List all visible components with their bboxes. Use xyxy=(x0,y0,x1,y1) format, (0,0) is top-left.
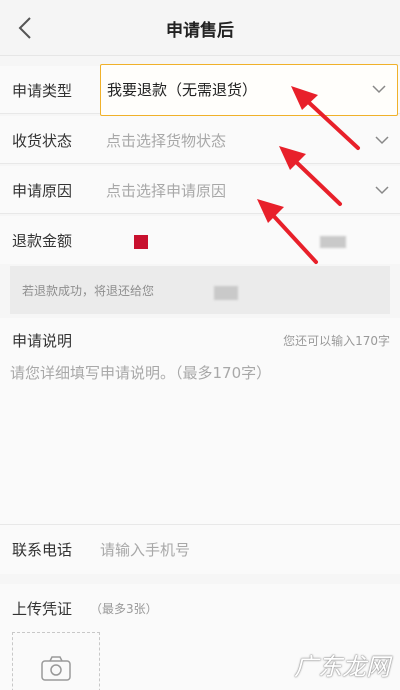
reason-row[interactable]: 申请原因 点击选择申请原因 xyxy=(0,166,400,214)
apply-type-select[interactable]: 我要退款（无需退货） xyxy=(100,64,398,116)
reason-placeholder: 点击选择申请原因 xyxy=(106,182,227,200)
amount-mark xyxy=(134,235,148,249)
chevron-down-icon xyxy=(372,85,386,94)
goods-status-row[interactable]: 收货状态 点击选择货物状态 xyxy=(0,116,400,164)
redacted-amount xyxy=(320,236,346,248)
goods-status-label: 收货状态 xyxy=(12,132,73,150)
camera-icon xyxy=(41,656,71,681)
apply-type-label: 申请类型 xyxy=(12,82,73,100)
refund-notice: 若退款成功，将退还给您 xyxy=(10,266,390,314)
page-title: 申请售后 xyxy=(166,21,234,41)
refund-notice-text: 若退款成功，将退还给您 xyxy=(22,284,155,298)
description-input[interactable] xyxy=(10,362,390,512)
upload-title: 上传凭证 xyxy=(12,600,73,618)
phone-input[interactable] xyxy=(100,537,380,563)
apply-type-value: 我要退款（无需退货） xyxy=(107,81,258,99)
chevron-down-icon xyxy=(375,186,389,195)
phone-label: 联系电话 xyxy=(12,541,73,559)
upload-hint: （最多3张） xyxy=(90,602,158,616)
reason-label: 申请原因 xyxy=(12,182,73,200)
refund-amount-label: 退款金额 xyxy=(12,232,73,250)
description-title: 申请说明 xyxy=(12,332,73,350)
upload-photo-button[interactable] xyxy=(12,632,100,690)
goods-status-placeholder: 点击选择货物状态 xyxy=(106,132,227,150)
redacted-account xyxy=(214,286,238,300)
chevron-down-icon xyxy=(375,136,389,145)
header-bar: 申请售后 xyxy=(0,0,400,56)
phone-row: 联系电话 xyxy=(0,524,400,574)
watermark: 广东龙网 xyxy=(294,653,390,681)
description-section: 申请说明 您还可以输入170字 xyxy=(0,318,400,524)
description-counter: 您还可以输入170字 xyxy=(283,334,390,348)
